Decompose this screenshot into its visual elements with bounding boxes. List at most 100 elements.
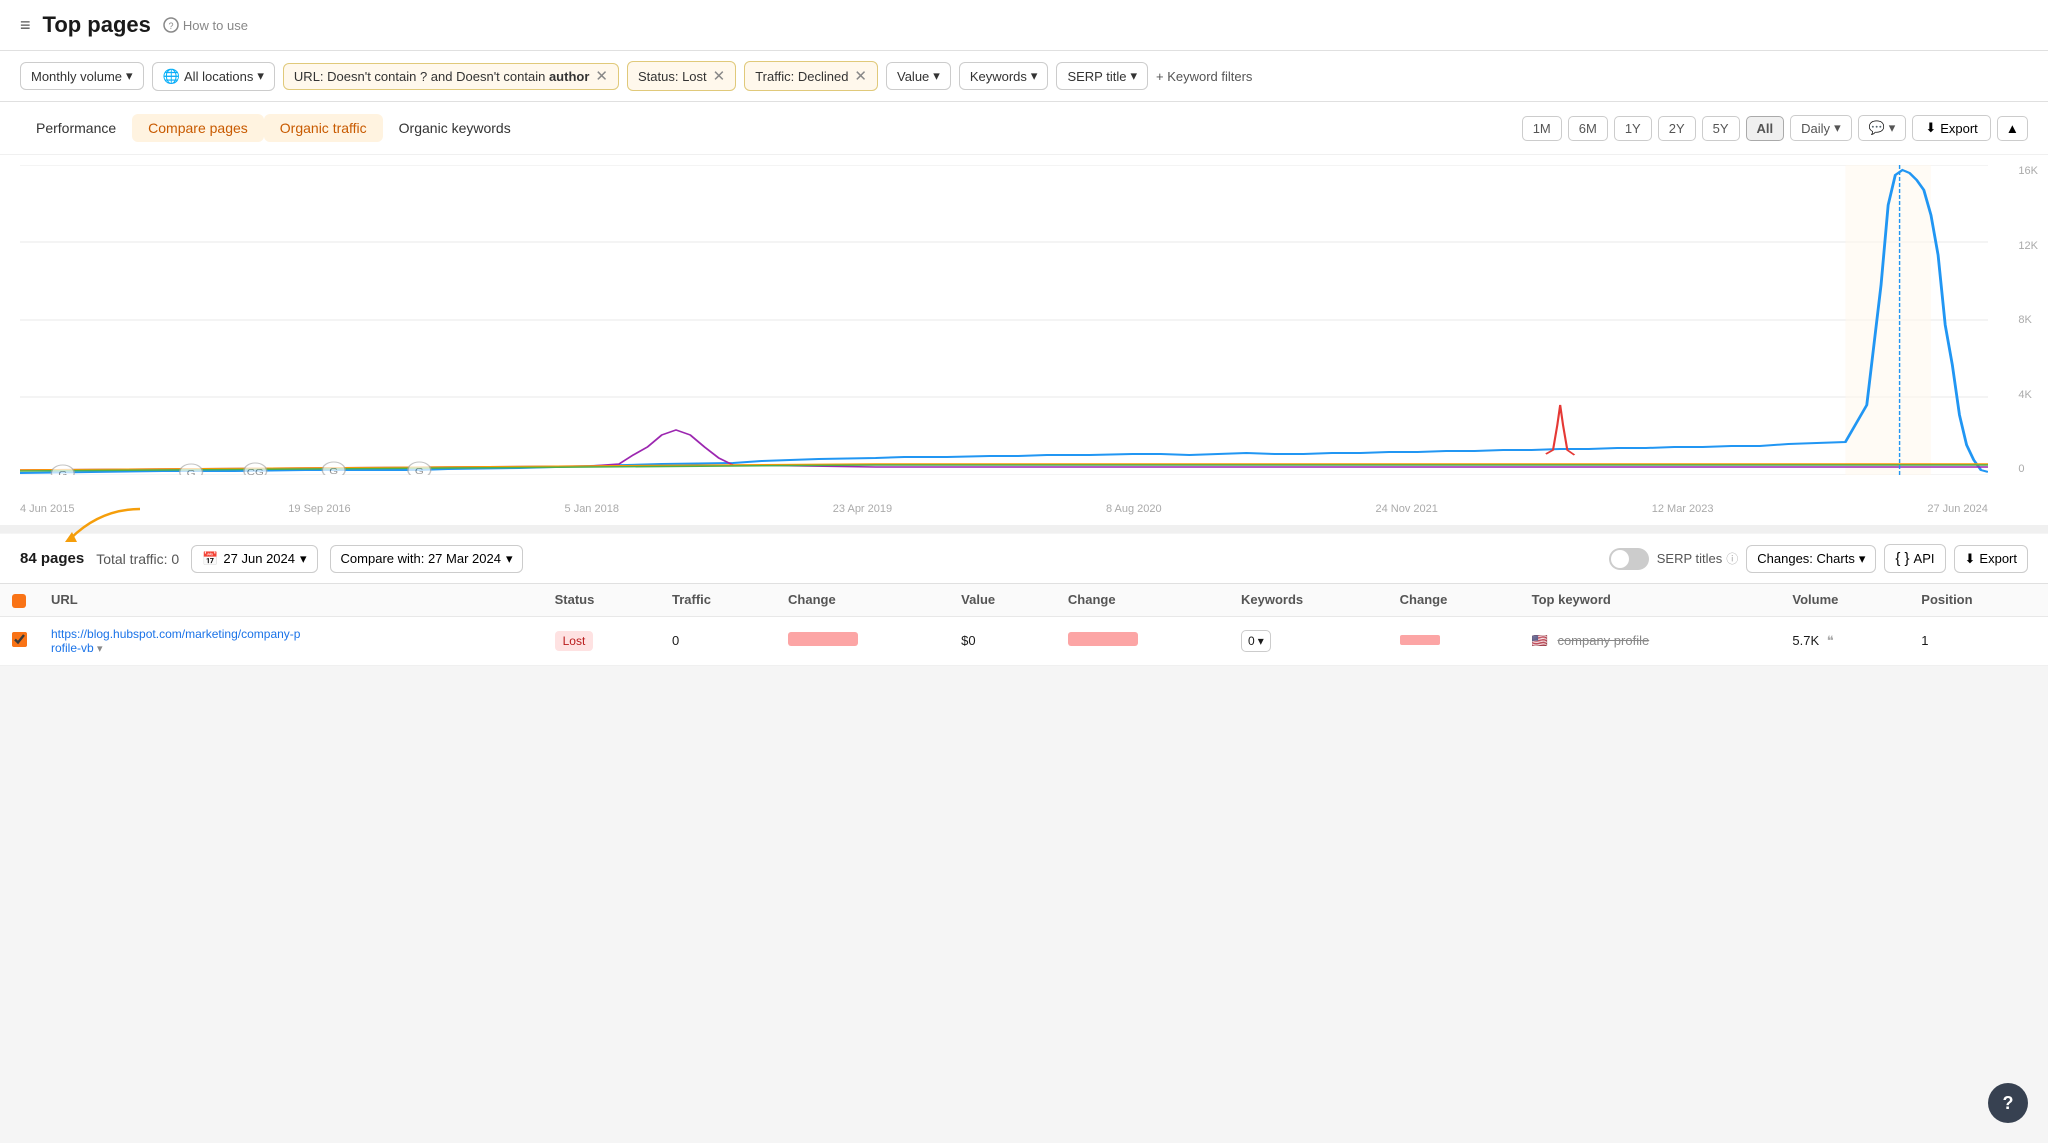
time-1y[interactable]: 1Y <box>1614 116 1652 141</box>
chart-tabs: Performance Compare pages Organic traffi… <box>0 102 2048 155</box>
quote-icon: ❝ <box>1827 633 1834 648</box>
data-table: URL Status Traffic Change Value Change K… <box>0 584 2048 666</box>
chart-controls: 1M 6M 1Y 2Y 5Y All Daily ▾ 💬 ▾ ⬇ Export … <box>1522 115 2028 141</box>
col-checkbox <box>0 584 39 616</box>
search-icon-btn[interactable]: 💬 ▾ <box>1858 115 1907 141</box>
row-url-cell: https://blog.hubspot.com/marketing/compa… <box>39 616 543 665</box>
tab-performance[interactable]: Performance <box>20 114 132 142</box>
collapse-chart-btn[interactable]: ▲ <box>1997 116 2028 141</box>
row-value-cell: $0 <box>949 616 1056 665</box>
traffic-change-bar <box>788 632 858 646</box>
page-title: Top pages <box>43 12 151 38</box>
serp-titles-toggle[interactable] <box>1609 548 1649 570</box>
globe-icon: 🌐 <box>163 68 180 85</box>
how-to-use-link[interactable]: ? How to use <box>163 17 248 33</box>
arrow-annotation <box>60 504 160 544</box>
tab-organic-keywords[interactable]: Organic keywords <box>383 114 527 142</box>
section-divider <box>0 525 2048 533</box>
url-filter-tag: URL: Doesn't contain ? and Doesn't conta… <box>283 63 619 90</box>
status-badge: Lost <box>555 631 594 651</box>
col-value[interactable]: Value <box>949 584 1056 616</box>
right-controls: SERP titles ⓘ Changes: Charts ▾ { } API … <box>1609 544 2028 573</box>
row-checkbox-cell[interactable] <box>0 616 39 665</box>
toggle-knob <box>1611 550 1629 568</box>
col-position[interactable]: Position <box>1909 584 2048 616</box>
calendar-icon: 📅 <box>202 551 218 567</box>
time-2y[interactable]: 2Y <box>1658 116 1696 141</box>
row-status-cell: Lost <box>543 616 660 665</box>
row-position-cell: 1 <box>1909 616 2048 665</box>
status-filter-close[interactable]: ✕ <box>713 67 726 85</box>
changes-charts-btn[interactable]: Changes: Charts ▾ <box>1746 545 1876 573</box>
keywords-dropdown[interactable]: 0 ▾ <box>1241 630 1271 652</box>
kw-change-bar <box>1400 635 1440 645</box>
time-all[interactable]: All <box>1746 116 1785 141</box>
url-expand-btn[interactable]: ▾ <box>97 643 103 655</box>
monthly-volume-filter[interactable]: Monthly volume ▾ <box>20 62 144 90</box>
api-btn[interactable]: { } API <box>1884 544 1945 573</box>
top-bar: ≡ Top pages ? How to use <box>0 0 2048 51</box>
row-keywords-cell: 0 ▾ <box>1229 616 1388 665</box>
traffic-filter-tag: Traffic: Declined ✕ <box>744 61 878 91</box>
row-traffic-cell: 0 <box>660 616 776 665</box>
chart-section: Performance Compare pages Organic traffi… <box>0 102 2048 525</box>
help-button[interactable]: ? <box>1988 1083 2028 1123</box>
traffic-filter-close[interactable]: ✕ <box>854 67 867 85</box>
all-locations-filter[interactable]: 🌐 All locations ▾ <box>152 62 275 91</box>
col-keywords[interactable]: Keywords <box>1229 584 1388 616</box>
flag-icon: 🇺🇸 <box>1532 633 1548 648</box>
time-5y[interactable]: 5Y <box>1702 116 1740 141</box>
col-status[interactable]: Status <box>543 584 660 616</box>
keywords-filter[interactable]: Keywords ▾ <box>959 62 1049 90</box>
compare-date-picker[interactable]: Compare with: 27 Mar 2024 ▾ <box>330 545 524 573</box>
svg-text:G: G <box>187 470 196 475</box>
chart-export-btn[interactable]: ⬇ Export <box>1912 115 1990 141</box>
help-circle-icon: ? <box>163 17 179 33</box>
svg-text:G: G <box>58 471 67 475</box>
tab-compare-pages[interactable]: Compare pages <box>132 114 264 142</box>
chart-svg: G G CG G G <box>20 165 1988 475</box>
table-row: https://blog.hubspot.com/marketing/compa… <box>0 616 2048 665</box>
time-1m[interactable]: 1M <box>1522 116 1562 141</box>
value-filter[interactable]: Value ▾ <box>886 62 951 90</box>
help-icon-serp: ⓘ <box>1726 550 1738 567</box>
svg-text:G: G <box>415 468 424 475</box>
row-kw-change-cell <box>1388 616 1520 665</box>
chart-area: 16K 12K 8K 4K 0 <box>0 155 2048 525</box>
url-filter-close[interactable]: ✕ <box>595 69 608 84</box>
time-6m[interactable]: 6M <box>1568 116 1608 141</box>
svg-text:?: ? <box>168 21 173 31</box>
col-keywords-change[interactable]: Change <box>1388 584 1520 616</box>
table-header-bar: 84 pages Total traffic: 0 📅 27 Jun 2024 … <box>0 534 2048 584</box>
row-volume-cell: 5.7K ❝ <box>1780 616 1909 665</box>
speech-bubble-icon: 💬 <box>1869 120 1885 136</box>
filters-bar: Monthly volume ▾ 🌐 All locations ▾ URL: … <box>0 51 2048 102</box>
pages-count: 84 pages <box>20 550 84 567</box>
col-top-keyword[interactable]: Top keyword <box>1520 584 1781 616</box>
table-export-btn[interactable]: ⬇ Export <box>1954 545 2028 573</box>
tab-organic-traffic[interactable]: Organic traffic <box>264 114 383 142</box>
export-icon: ⬇ <box>1925 120 1936 136</box>
svg-text:CG: CG <box>247 469 264 475</box>
col-traffic[interactable]: Traffic <box>660 584 776 616</box>
row-checkbox[interactable] <box>12 632 27 647</box>
total-traffic: Total traffic: 0 <box>96 551 179 567</box>
col-volume[interactable]: Volume <box>1780 584 1909 616</box>
url-text[interactable]: https://blog.hubspot.com/marketing/compa… <box>51 627 300 641</box>
x-axis-labels: 4 Jun 2015 19 Sep 2016 5 Jan 2018 23 Apr… <box>20 503 1988 515</box>
col-value-change[interactable]: Change <box>1056 584 1229 616</box>
svg-text:G: G <box>329 468 338 475</box>
menu-icon[interactable]: ≡ <box>20 15 31 36</box>
serp-title-filter[interactable]: SERP title ▾ <box>1056 62 1148 90</box>
row-value-change-cell <box>1056 616 1229 665</box>
row-traffic-change-cell <box>776 616 949 665</box>
col-traffic-change[interactable]: Change <box>776 584 949 616</box>
add-keyword-filter[interactable]: + Keyword filters <box>1156 69 1252 84</box>
export-icon-2: ⬇ <box>1965 551 1976 567</box>
col-url[interactable]: URL <box>39 584 543 616</box>
interval-dropdown[interactable]: Daily ▾ <box>1790 115 1851 141</box>
date-picker[interactable]: 📅 27 Jun 2024 ▾ <box>191 545 317 573</box>
table-section: 84 pages Total traffic: 0 📅 27 Jun 2024 … <box>0 534 2048 666</box>
api-icon: { } <box>1895 550 1909 567</box>
serp-titles-label: SERP titles ⓘ <box>1657 550 1739 567</box>
